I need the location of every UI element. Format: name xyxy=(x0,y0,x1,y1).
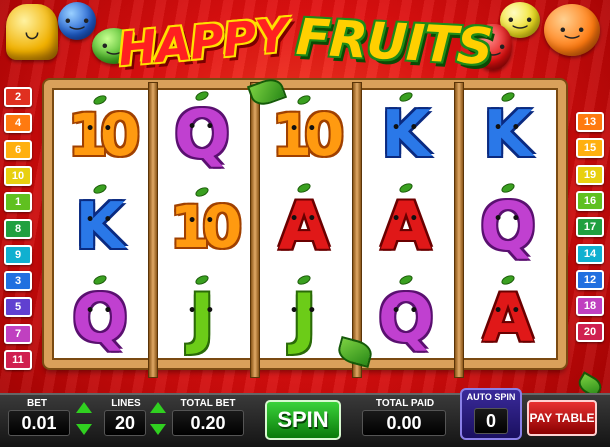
reel-symbol: A • • xyxy=(256,181,352,272)
auto-spin-panel[interactable]: AUTO SPIN 0 xyxy=(460,388,522,440)
payline-badge[interactable]: 6 xyxy=(4,139,32,160)
payline-badge[interactable]: 1 xyxy=(4,192,32,213)
payline-badge[interactable]: 19 xyxy=(576,164,604,185)
reel-symbol: Q • • xyxy=(460,181,556,272)
payline-badge[interactable]: 4 xyxy=(4,113,32,134)
reel-symbol: J • • xyxy=(154,273,250,364)
reel-symbol: 10 • • xyxy=(52,90,148,180)
symbol-q-icon: Q • • xyxy=(480,181,536,260)
bell-icon: ◡ xyxy=(6,4,58,60)
bet-label: BET xyxy=(27,398,47,409)
payline-badge[interactable]: 7 xyxy=(4,323,32,344)
bet-decrease-arrow-icon[interactable] xyxy=(76,424,92,435)
reel-symbol: A • • xyxy=(358,181,454,272)
auto-spin-value[interactable]: 0 xyxy=(474,408,508,434)
pay-table-button[interactable]: PAY TABLE xyxy=(527,400,597,436)
total-paid-value: 0.00 xyxy=(362,410,446,436)
lines-decrease-arrow-icon[interactable] xyxy=(150,424,166,435)
bet-increase-arrow-icon[interactable] xyxy=(76,402,92,413)
reel-symbol: K • • xyxy=(52,182,148,272)
symbol-a-icon: A • • xyxy=(482,273,534,352)
payline-badge[interactable]: 9 xyxy=(4,244,32,265)
payline-badge[interactable]: 3 xyxy=(4,271,32,292)
reel-symbol: K • • xyxy=(358,90,454,180)
reel-symbol: Q • • xyxy=(358,273,454,364)
payline-badge[interactable]: 18 xyxy=(576,296,604,317)
total-paid-label: TOTAL PAID xyxy=(375,398,435,409)
payline-badge[interactable]: 5 xyxy=(4,297,32,318)
lines-increase-arrow-icon[interactable] xyxy=(150,402,166,413)
logo-word-happy: HAPPY xyxy=(116,7,290,77)
payline-badge[interactable]: 11 xyxy=(4,350,32,370)
game-logo: HAPPY FRUITS xyxy=(116,6,493,78)
symbol-10-icon: 10 • • xyxy=(272,93,344,164)
payline-badge[interactable]: 8 xyxy=(4,218,32,239)
payline-badge[interactable]: 10 xyxy=(4,165,32,186)
reel-symbol: 10 • • xyxy=(154,182,250,272)
symbol-j-icon: J • • xyxy=(290,273,316,352)
symbol-k-icon: K • • xyxy=(381,90,431,167)
symbol-q-icon: Q • • xyxy=(174,89,230,168)
bet-value: 0.01 xyxy=(8,410,70,436)
reel-frame: 10 • • K • • Q • • Q • • 10 • • J • • 10 • • A • • J • • K… xyxy=(44,80,566,378)
symbol-q-icon: Q • • xyxy=(378,273,434,352)
reel-symbol: K • • xyxy=(460,90,556,180)
blueberry-icon: •‿• xyxy=(58,2,96,40)
symbol-k-icon: K • • xyxy=(75,182,125,259)
symbol-10-icon: 10 • • xyxy=(170,185,242,256)
reel-symbol: A • • xyxy=(460,273,556,364)
symbol-a-icon: A • • xyxy=(380,181,432,260)
payline-badge[interactable]: 17 xyxy=(576,217,604,238)
symbol-q-icon: Q • • xyxy=(72,273,128,352)
symbol-j-icon: J • • xyxy=(188,273,214,352)
symbol-k-icon: K • • xyxy=(483,90,533,167)
reel-symbol: Q • • xyxy=(154,89,250,180)
orange-icon: •‿• xyxy=(544,4,600,56)
spin-button[interactable]: SPIN xyxy=(265,400,341,440)
payline-badge[interactable]: 15 xyxy=(576,138,604,159)
payline-badge[interactable]: 12 xyxy=(576,269,604,290)
symbol-10-icon: 10 • • xyxy=(68,93,140,164)
payline-badge[interactable]: 2 xyxy=(4,87,32,107)
reel-symbol: Q • • xyxy=(52,273,148,364)
payline-badge[interactable]: 20 xyxy=(576,322,604,343)
logo-word-fruits: FRUITS xyxy=(294,7,494,77)
payline-badge[interactable]: 13 xyxy=(576,112,604,132)
lines-value: 20 xyxy=(104,410,146,436)
total-bet-value: 0.20 xyxy=(172,410,244,436)
auto-spin-label: AUTO SPIN xyxy=(466,392,516,402)
symbol-a-icon: A • • xyxy=(278,181,330,260)
payline-badge[interactable]: 16 xyxy=(576,190,604,211)
lines-label: LINES xyxy=(111,398,141,409)
total-bet-label: TOTAL BET xyxy=(180,398,236,409)
payline-badge[interactable]: 14 xyxy=(576,243,604,264)
